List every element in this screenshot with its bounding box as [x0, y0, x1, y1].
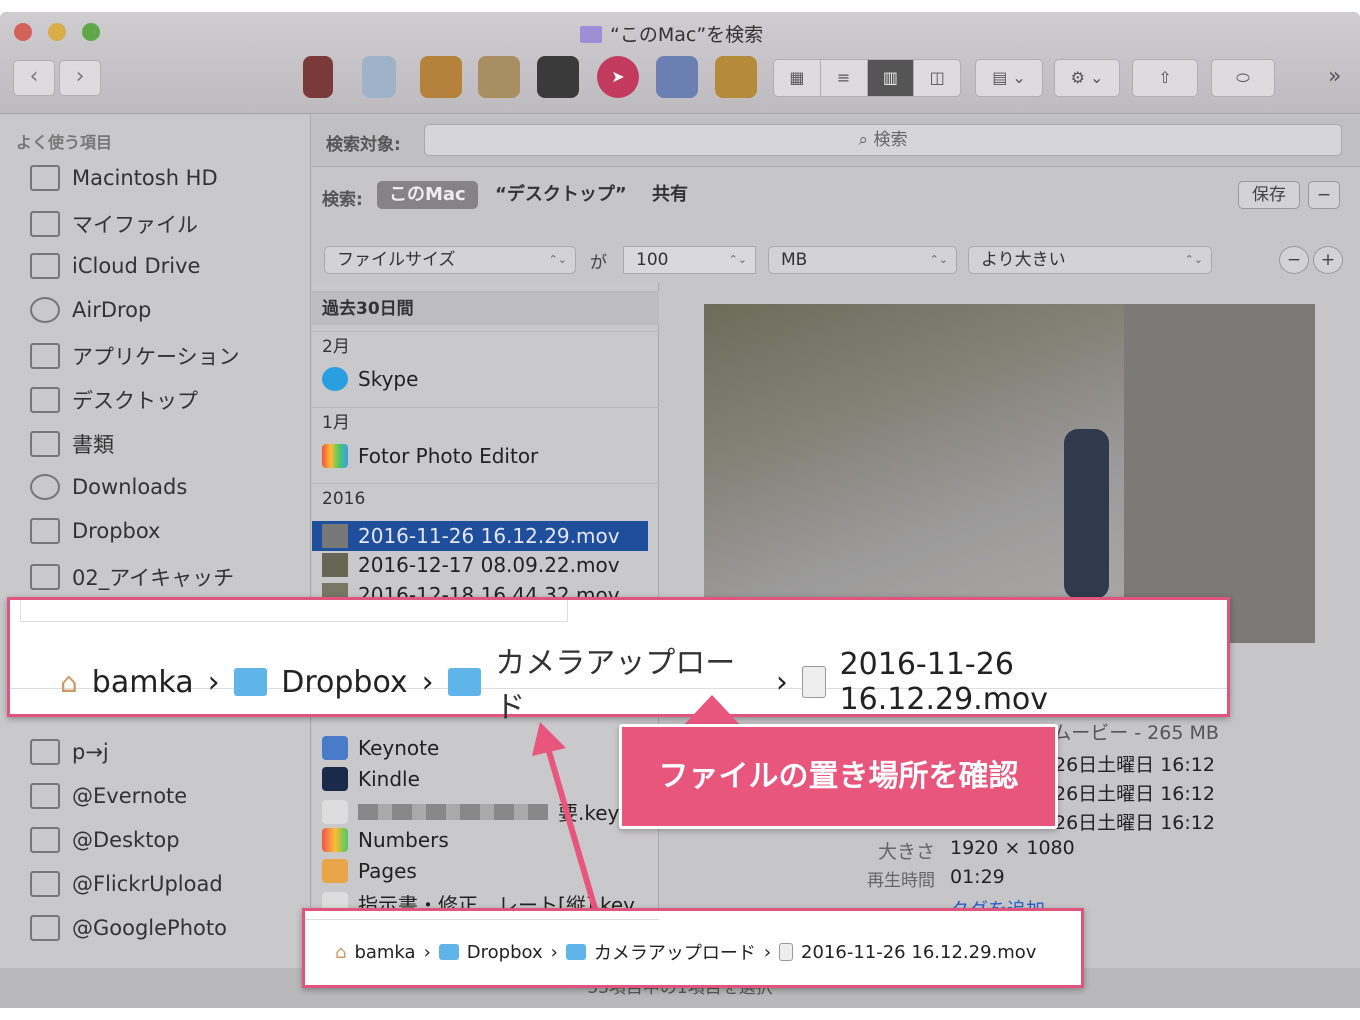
chevron-right-icon: › [763, 941, 772, 963]
arrow-line [545, 747, 599, 913]
divider [305, 919, 659, 920]
dropbox-folder-icon [438, 944, 459, 960]
path-item-camera-uploads[interactable]: カメラアップロード [594, 939, 756, 965]
movie-file-icon [779, 943, 794, 961]
camera-folder-icon [565, 944, 586, 960]
path-item-file[interactable]: 2016-11-26 16.12.29.mov [801, 942, 1036, 963]
chevron-right-icon: › [423, 941, 431, 963]
path-bar-highlight: ⌂ bamka › Dropbox › カメラアップロード › 2016-11-2… [302, 908, 1084, 988]
chevron-right-icon: › [550, 941, 558, 963]
path-item-dropbox[interactable]: Dropbox [467, 942, 543, 963]
annotation-arrow [532, 722, 599, 913]
path-bar: ⌂ bamka › Dropbox › カメラアップロード › 2016-11-2… [335, 939, 1036, 965]
path-item-home[interactable]: bamka [354, 942, 415, 963]
arrow-head [532, 722, 566, 756]
home-icon: ⌂ [335, 941, 347, 963]
